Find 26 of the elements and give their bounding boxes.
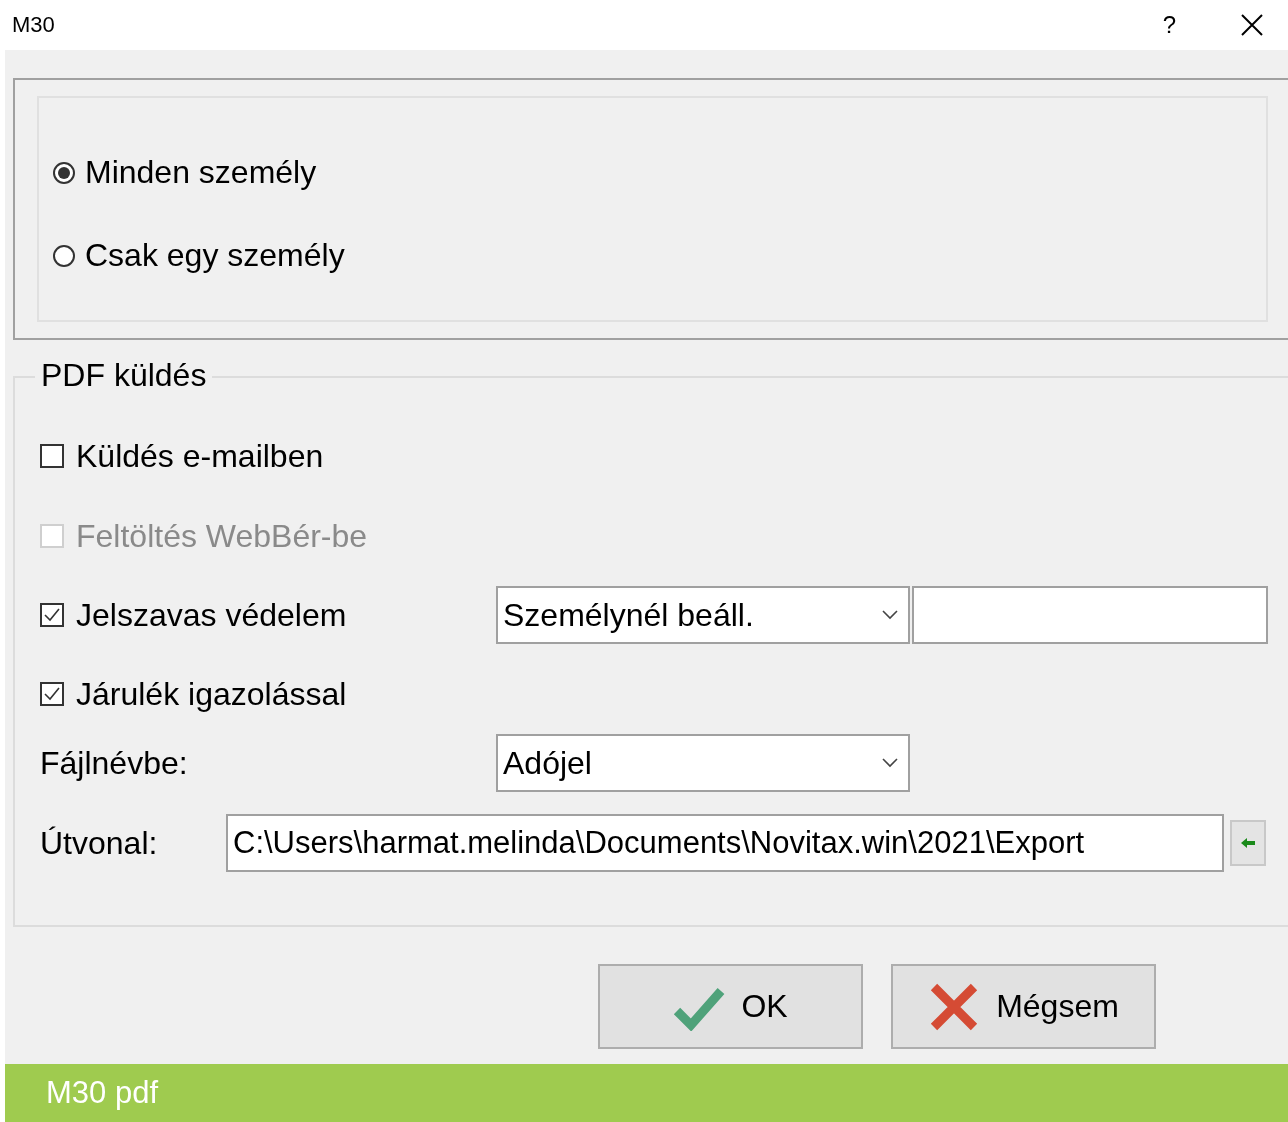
- dropdown[interactable]: Személynél beáll.: [496, 586, 910, 644]
- help-button[interactable]: ?: [1162, 11, 1176, 39]
- close-icon[interactable]: [1240, 13, 1264, 37]
- radio-button[interactable]: [53, 161, 75, 184]
- checkbox[interactable]: [40, 682, 64, 706]
- radio-button[interactable]: [53, 244, 75, 267]
- status-text: M30 pdf: [46, 1075, 158, 1111]
- dropdown[interactable]: Adójel: [496, 734, 910, 792]
- checkbox[interactable]: [40, 603, 64, 627]
- radio-label[interactable]: Csak egy személy: [85, 237, 345, 274]
- path-field[interactable]: C:\Users\harmat.melinda\Documents\Novitax.win\2021\Export: [226, 814, 1224, 872]
- ok-button[interactable]: OK: [598, 964, 863, 1049]
- caret-icon: [882, 758, 898, 768]
- checkbox-label[interactable]: Jelszavas védelem: [76, 596, 347, 634]
- password-field[interactable]: [912, 586, 1268, 644]
- radio-label[interactable]: Minden személy: [85, 154, 317, 191]
- window-title: M30: [12, 12, 56, 38]
- checkbox-label[interactable]: Küldés e-mailben: [76, 437, 324, 475]
- browse-button[interactable]: [1230, 820, 1266, 866]
- field-label: Fájlnévbe:: [40, 744, 189, 782]
- caret-icon: [882, 610, 898, 620]
- checkbox-label[interactable]: Járulék igazolással: [76, 675, 347, 713]
- checkbox[interactable]: [40, 444, 64, 468]
- field-label: Útvonal:: [40, 824, 159, 862]
- arrow-icon: [1240, 837, 1256, 849]
- cancel-button[interactable]: Mégsem: [891, 964, 1156, 1049]
